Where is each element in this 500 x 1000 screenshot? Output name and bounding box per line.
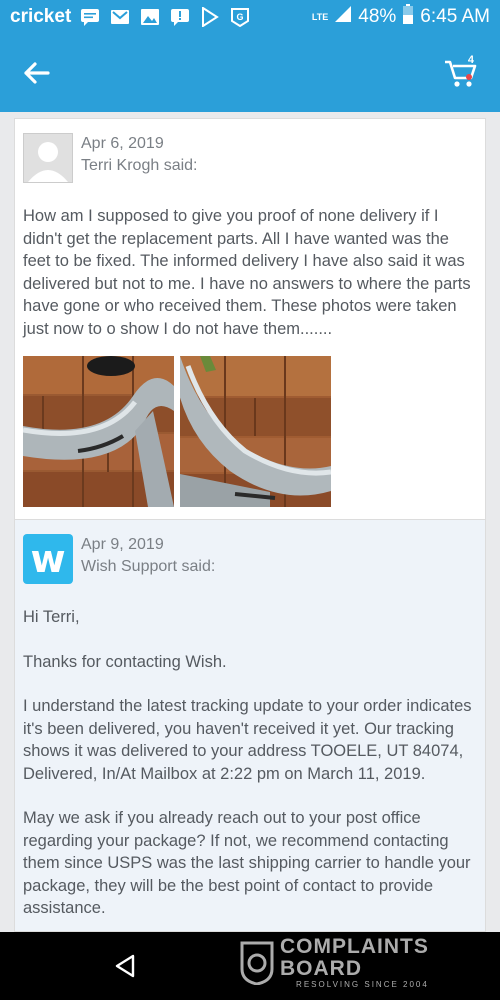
nav-back-button[interactable] xyxy=(114,954,136,983)
arrow-back-icon xyxy=(24,62,50,84)
message-header: Apr 6, 2019 Terri Krogh said: xyxy=(23,133,477,185)
battery-icon xyxy=(402,4,414,30)
attached-photos xyxy=(23,356,477,507)
message-paragraph: Thanks for contacting Wish. xyxy=(23,652,227,671)
message-paragraph: How am I supposed to give you proof of n… xyxy=(23,207,471,338)
message-icon xyxy=(79,7,101,27)
message-body: Hi Terri, Thanks for contacting Wish. I … xyxy=(23,606,477,920)
message-paragraph: May we ask if you already reach out to y… xyxy=(23,809,471,917)
carrier-label: cricket xyxy=(10,6,72,27)
complaints-board-logo-icon xyxy=(240,941,274,985)
message-paragraph: I understand the latest tracking update … xyxy=(23,697,472,783)
default-avatar-icon xyxy=(23,133,73,183)
shopping-cart-icon xyxy=(445,60,477,87)
alert-message-icon xyxy=(169,7,191,27)
cart-button[interactable]: 4 xyxy=(444,52,480,90)
watermark-title-1: COMPLAINTS xyxy=(280,935,429,958)
notification-dot xyxy=(466,74,472,80)
watermark-title-2: BOARD xyxy=(280,957,362,980)
message-date: Apr 9, 2019 xyxy=(81,536,164,553)
back-button[interactable] xyxy=(20,56,54,90)
message-paragraph: Hi Terri, xyxy=(23,608,80,626)
attached-photo-1[interactable] xyxy=(23,356,174,507)
clock: 6:45 AM xyxy=(420,6,490,27)
app-bar: 4 xyxy=(0,34,500,112)
message-header: w Apr 9, 2019 Wish Support said: xyxy=(23,534,477,586)
battery-percent: 48% xyxy=(358,6,397,27)
nav-back-triangle-icon xyxy=(115,954,135,978)
signal-icon xyxy=(334,5,352,29)
gps-app-icon: G xyxy=(229,7,251,27)
watermark-subtitle: RESOLVING SINCE 2004 xyxy=(296,980,429,989)
message-author: Wish Support said: xyxy=(81,558,216,575)
image-icon xyxy=(139,7,161,27)
support-message: w Apr 9, 2019 Wish Support said: Hi Terr… xyxy=(15,519,485,931)
status-bar: cricket G LTE 48% 6:45 AM xyxy=(0,0,500,34)
message-date: Apr 6, 2019 xyxy=(81,135,164,152)
conversation-thread[interactable]: Apr 6, 2019 Terri Krogh said: How am I s… xyxy=(14,118,486,932)
mail-icon xyxy=(109,7,131,27)
message-body: How am I supposed to give you proof of n… xyxy=(23,205,477,340)
attached-photo-2[interactable] xyxy=(180,356,331,507)
customer-message: Apr 6, 2019 Terri Krogh said: How am I s… xyxy=(15,119,485,519)
network-type-label: LTE xyxy=(311,12,329,22)
svg-text:G: G xyxy=(237,12,244,22)
play-store-icon xyxy=(199,7,221,27)
wish-logo-icon: w xyxy=(23,534,73,584)
wish-logo-letter: w xyxy=(30,537,66,581)
complaints-board-watermark: COMPLAINTS BOARD RESOLVING SINCE 2004 xyxy=(240,936,429,990)
cart-count-badge: 4 xyxy=(467,54,474,66)
message-author: Terri Krogh said: xyxy=(81,157,198,174)
